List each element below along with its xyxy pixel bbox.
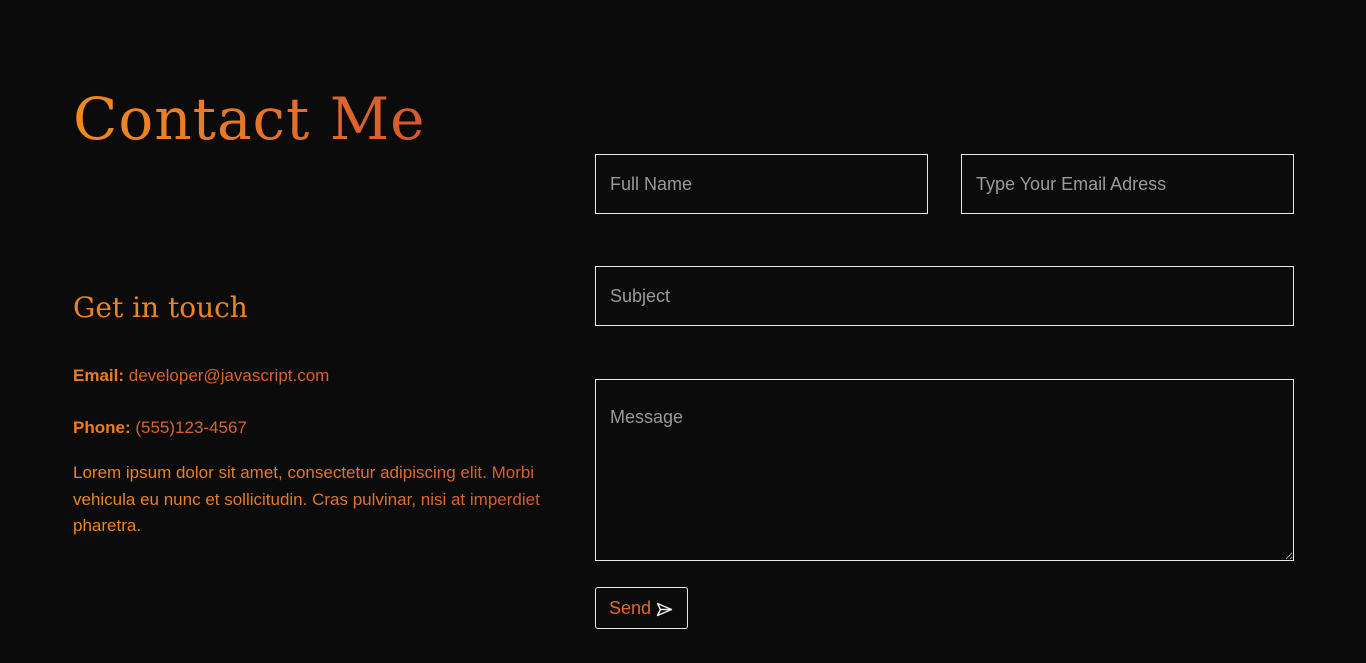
phone-value: (555)123-4567	[135, 418, 247, 437]
full-name-input[interactable]	[595, 154, 928, 214]
contact-description: Lorem ipsum dolor sit amet, consectetur …	[73, 460, 563, 540]
send-button[interactable]: Send	[595, 587, 688, 629]
send-label: Send	[609, 598, 652, 618]
message-textarea[interactable]	[595, 379, 1294, 561]
section-subtitle: Get in touch	[73, 291, 248, 324]
phone-label: Phone:	[73, 418, 131, 437]
contact-email: Email: developer@javascript.com	[73, 364, 329, 388]
paper-plane-icon	[656, 602, 673, 617]
email-input[interactable]	[961, 154, 1294, 214]
page-title: Contact Me	[73, 85, 426, 153]
subject-input[interactable]	[595, 266, 1294, 326]
contact-phone: Phone: (555)123-4567	[73, 416, 247, 440]
email-label: Email:	[73, 366, 125, 385]
email-value: developer@javascript.com	[128, 366, 330, 385]
